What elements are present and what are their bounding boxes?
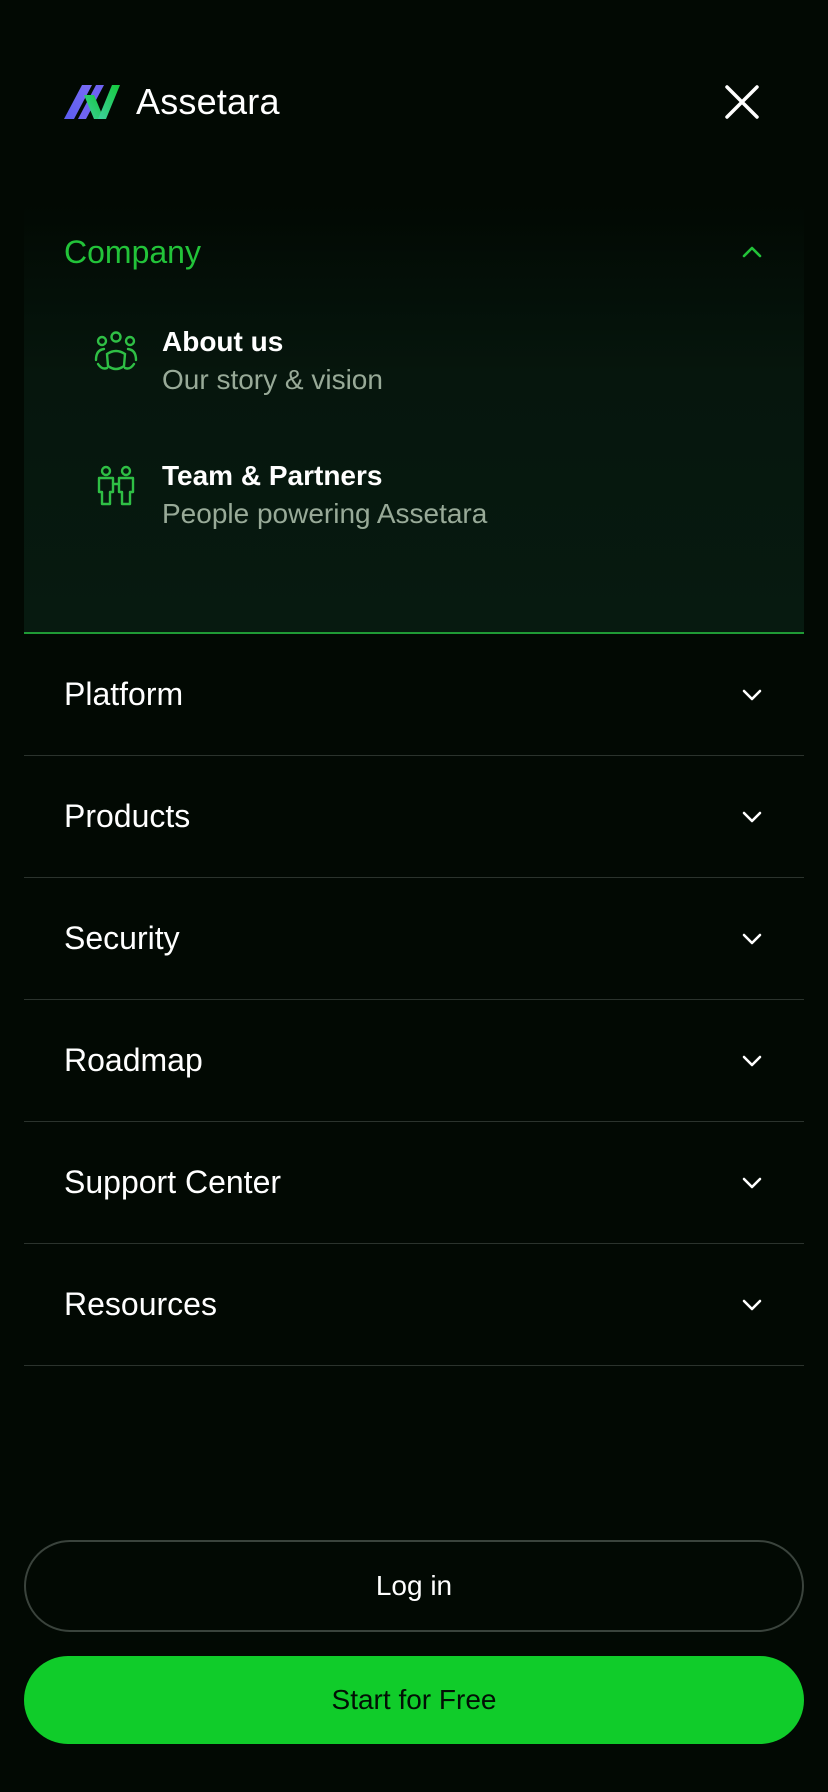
- company-label: Company: [64, 233, 201, 270]
- chevron-down-icon: [742, 1055, 762, 1066]
- about-us-text: About us Our story & vision: [162, 324, 383, 400]
- submenu-item-description: Our story & vision: [162, 364, 383, 395]
- submenu-item-title: About us: [162, 326, 284, 357]
- chevron-down-icon: [742, 1177, 762, 1188]
- close-icon: [725, 85, 759, 119]
- assetara-logo-icon: [64, 85, 120, 119]
- team-group-icon: [94, 331, 138, 371]
- team-partners-text: Team & Partners People powering Assetara: [162, 458, 487, 534]
- nav-list: Platform Products Security Roadmap Suppo…: [24, 634, 804, 1366]
- company-toggle[interactable]: Company: [64, 218, 764, 286]
- nav-item-label: Platform: [64, 676, 184, 712]
- partners-icon: [97, 465, 135, 506]
- brand-name: Assetara: [136, 81, 280, 122]
- brand[interactable]: Assetara: [64, 81, 280, 123]
- nav-item-platform[interactable]: Platform: [24, 634, 804, 756]
- chevron-down-icon: [742, 811, 762, 822]
- nav-item-label: Security: [64, 920, 180, 956]
- nav-item-label: Resources: [64, 1286, 217, 1322]
- nav-item-label: Support Center: [64, 1164, 282, 1200]
- nav-item-security[interactable]: Security: [24, 878, 804, 1000]
- start-for-free-button[interactable]: Start for Free: [24, 1656, 804, 1744]
- chevron-down-icon: [742, 933, 762, 944]
- nav-item-roadmap[interactable]: Roadmap: [24, 1000, 804, 1122]
- nav-item-label: Roadmap: [64, 1042, 203, 1078]
- nav-item-products[interactable]: Products: [24, 756, 804, 878]
- chevron-down-icon: [742, 689, 762, 700]
- mobile-menu: Assetara Company About us Our story & vi…: [0, 0, 828, 1792]
- submenu-item-title: Team & Partners: [162, 460, 383, 491]
- company-section: Company About us Our story & vision Team…: [24, 204, 804, 634]
- submenu-item-team-partners[interactable]: Team & Partners People powering Assetara: [94, 458, 487, 534]
- nav-item-label: Products: [64, 798, 191, 834]
- submenu-item-description: People powering Assetara: [162, 498, 488, 529]
- nav-item-support-center[interactable]: Support Center: [24, 1122, 804, 1244]
- login-button[interactable]: Log in: [24, 1540, 804, 1632]
- nav-item-resources[interactable]: Resources: [24, 1244, 804, 1366]
- menu-header: Assetara: [0, 0, 828, 204]
- chevron-up-icon: [742, 246, 762, 258]
- close-menu-button[interactable]: [720, 80, 764, 124]
- submenu-item-about-us[interactable]: About us Our story & vision: [94, 324, 383, 400]
- chevron-down-icon: [742, 1299, 762, 1310]
